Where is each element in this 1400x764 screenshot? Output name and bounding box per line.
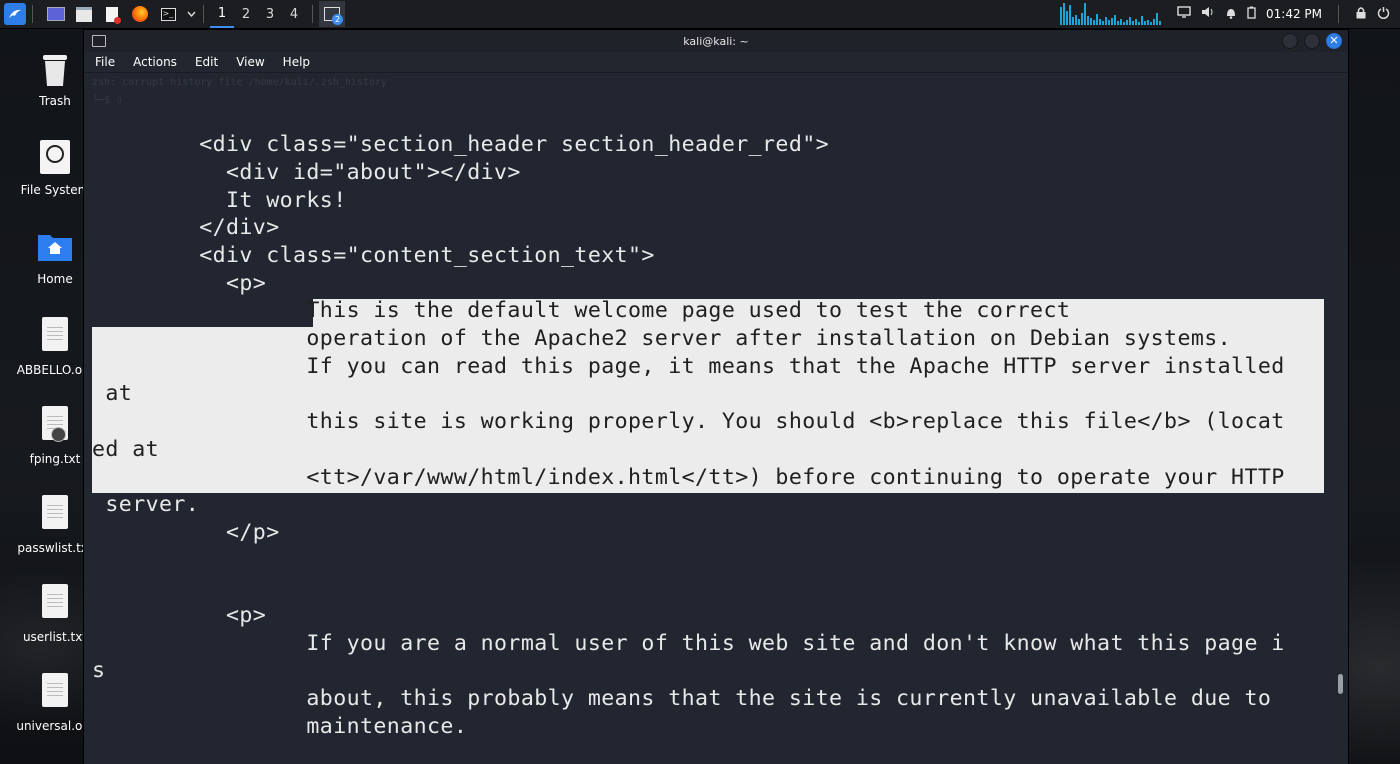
terminal-icon [92, 35, 106, 47]
selected-line: this site is working properly. You shoul… [92, 409, 1285, 434]
desktop-icon-label: userlist.txt [22, 630, 88, 644]
document-icon [35, 495, 75, 535]
menu-edit[interactable]: Edit [184, 55, 225, 69]
home-folder-icon [35, 226, 75, 266]
chevron-down-icon[interactable] [185, 3, 197, 25]
desktop-icon-label: ABBELLO.o... [16, 363, 94, 377]
top-panel: >_ 1 2 3 4 2 01:42 PM [0, 0, 1400, 29]
desktop-icon-home[interactable]: Home [15, 226, 95, 286]
desktop-icon-label: Trash [39, 94, 71, 108]
terminal-line: <p> [92, 271, 267, 296]
workspace-4[interactable]: 4 [282, 0, 306, 28]
firefox-icon[interactable] [129, 3, 151, 25]
selected-line: operation of the Apache2 server after in… [92, 326, 1232, 351]
desktop-icon-label: fping.txt [29, 452, 81, 466]
clock[interactable]: 01:42 PM [1266, 7, 1322, 21]
desktop-icon-userlist[interactable]: userlist.txt [15, 582, 95, 644]
terminal-line: <p> [92, 603, 267, 628]
terminal-line: s [92, 658, 106, 683]
document-icon [35, 584, 75, 624]
notifications-icon[interactable] [1225, 6, 1237, 23]
desktop-icon-abbello[interactable]: ABBELLO.o... [15, 315, 95, 377]
terminal-output[interactable]: zsh: corrupt history file /home/kali/.zs… [84, 73, 1336, 764]
menu-bar: File Actions Edit View Help [84, 52, 1348, 73]
close-icon: ✕ [1329, 34, 1339, 47]
faded-output-line: zsh: corrupt history file /home/kali/.zs… [92, 77, 388, 88]
selected-line: This is the default welcome page used to… [92, 298, 1071, 323]
terminal-window[interactable]: kali@kali: ~ ✕ File Actions Edit View He… [84, 30, 1348, 764]
terminal-line: maintenance. [92, 714, 468, 739]
text-editor-icon[interactable] [101, 3, 123, 25]
terminal-line: If you are a normal user of this web sit… [92, 631, 1285, 656]
desktop-icon-universal[interactable]: universal.o... [15, 671, 95, 733]
selected-line: If you can read this page, it means that… [92, 354, 1285, 379]
drive-icon [35, 137, 75, 177]
taskbar-terminal-button[interactable]: 2 [319, 1, 345, 27]
panel-separator [1338, 5, 1339, 23]
workspace-2[interactable]: 2 [234, 0, 258, 28]
window-count-badge: 2 [332, 14, 343, 25]
trash-icon [35, 48, 75, 88]
workspace-3[interactable]: 3 [258, 0, 282, 28]
cpu-graph [1060, 3, 1161, 25]
selected-line: ed at [92, 437, 160, 462]
terminal-line: <div class="content_section_text"> [92, 243, 655, 268]
desktop-icon-fping[interactable]: fping.txt [15, 404, 95, 466]
terminal-line: </p> [92, 520, 280, 545]
minimize-button[interactable] [1282, 33, 1298, 49]
file-manager-icon[interactable] [73, 3, 95, 25]
workspace-1[interactable]: 1 [210, 0, 234, 28]
desktop-icon-label: passwlist.txt [17, 541, 93, 555]
desktop-icon-label: File System [20, 183, 90, 197]
locked-document-icon [35, 406, 75, 446]
terminal-scrollbar[interactable] [1338, 116, 1344, 764]
menu-view[interactable]: View [225, 55, 271, 69]
menu-actions[interactable]: Actions [122, 55, 184, 69]
scrollbar-thumb[interactable] [1338, 674, 1343, 694]
kali-menu-icon[interactable] [4, 3, 26, 25]
terminal-launcher-icon[interactable]: >_ [157, 3, 179, 25]
terminal-line: It works! [92, 188, 347, 213]
document-icon [35, 673, 75, 713]
close-button[interactable]: ✕ [1326, 33, 1342, 49]
menu-help[interactable]: Help [272, 55, 317, 69]
window-title: kali@kali: ~ [683, 34, 749, 48]
window-titlebar[interactable]: kali@kali: ~ ✕ [84, 30, 1348, 52]
selected-line: at [92, 381, 133, 406]
menu-file[interactable]: File [84, 55, 122, 69]
power-icon[interactable] [1377, 6, 1390, 23]
selected-line: <tt>/var/www/html/index.html</tt>) befor… [92, 465, 1285, 490]
battery-icon[interactable] [1247, 6, 1256, 23]
document-icon [35, 317, 75, 357]
desktop-icon-file-system[interactable]: File System [15, 137, 95, 197]
panel-separator [203, 5, 204, 23]
panel-separator [312, 5, 313, 23]
terminal-line: </div> [92, 215, 280, 240]
maximize-button[interactable] [1304, 33, 1320, 49]
desktop-icon-label: Home [37, 272, 73, 286]
desktop-icon-passwlist[interactable]: passwlist.txt [15, 493, 95, 555]
desktop-icon-trash[interactable]: Trash [15, 48, 95, 108]
volume-icon[interactable] [1201, 6, 1215, 22]
terminal-line: <div class="section_header section_heade… [92, 132, 830, 157]
panel-separator [32, 5, 33, 23]
terminal-line: about, this probably means that the site… [92, 686, 1272, 711]
show-desktop-icon[interactable] [45, 3, 67, 25]
faded-prompt-line: └─$ ▯ [92, 95, 123, 106]
terminal-line: server. [92, 492, 200, 517]
lock-screen-icon[interactable] [1355, 6, 1367, 23]
desktop-icon-label: universal.o... [16, 719, 94, 733]
display-icon[interactable] [1177, 6, 1191, 22]
terminal-line: <div id="about"></div> [92, 160, 521, 185]
